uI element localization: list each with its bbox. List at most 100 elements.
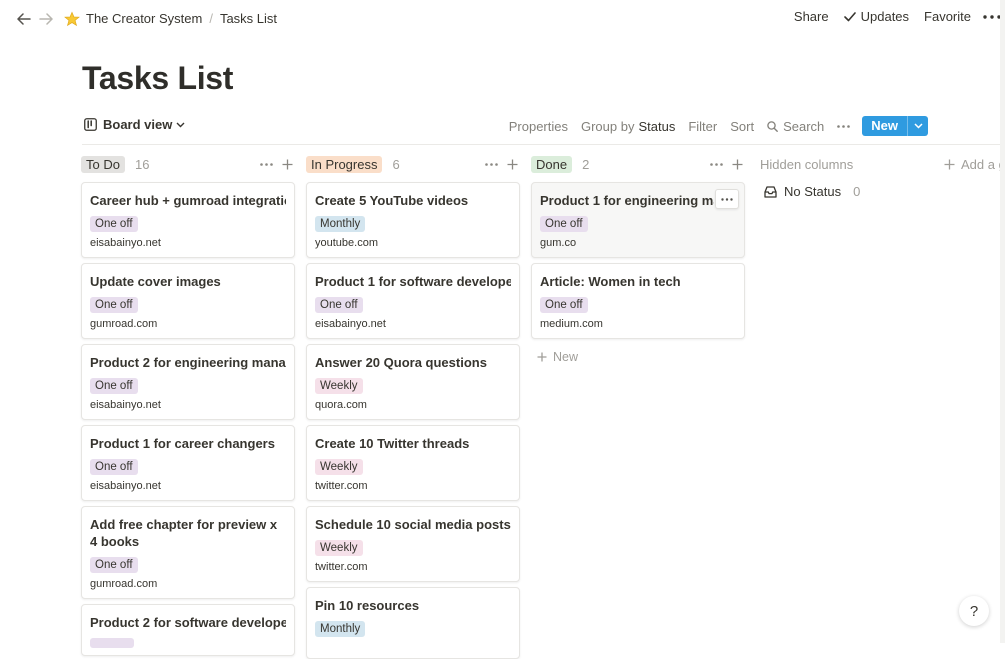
card-url[interactable]: youtube.com (315, 237, 378, 249)
card-title: Pin 10 resources (315, 598, 420, 613)
column-more-icon[interactable] (260, 162, 273, 166)
column-add-icon[interactable] (732, 159, 743, 170)
column-count: 2 (582, 156, 590, 172)
back-arrow-icon[interactable] (14, 10, 34, 28)
card-title: Product 1 for software developers (315, 274, 511, 289)
no-status-label: No Status (784, 184, 842, 199)
search-button[interactable]: Search (767, 119, 824, 134)
breadcrumb-workspace[interactable]: The Creator System (83, 9, 205, 28)
add-new-label: New (553, 350, 579, 364)
plus-icon (537, 352, 547, 362)
card-title: Product 1 for career changers (90, 436, 275, 451)
no-status-group[interactable]: No Status 0 (764, 184, 860, 199)
column-count: 16 (134, 156, 150, 172)
column-to-do: To Do 16 Career hub + gumroad integratio… (81, 154, 295, 656)
card[interactable]: Product 2 for engineering managers One o… (81, 344, 295, 420)
help-button[interactable]: ? (959, 596, 989, 626)
status-label[interactable]: Done (531, 155, 573, 173)
more-view-options-icon[interactable] (837, 124, 851, 128)
column-in-progress: In Progress 6 Create 5 YouTube videos Mo… (306, 154, 520, 659)
column-more-icon[interactable] (710, 162, 723, 166)
frequency-tag: One off (90, 216, 138, 232)
card-title: Add free chapter for preview x 4 books (90, 517, 278, 549)
card-url[interactable]: gum.co (540, 237, 576, 249)
view-bar: Board view Properties Group by Status Fi… (82, 116, 928, 138)
card-url[interactable]: eisabainyo.net (90, 237, 161, 249)
inbox-icon (764, 185, 777, 198)
card-url[interactable]: quora.com (315, 399, 367, 411)
card-url[interactable]: gumroad.com (90, 318, 157, 330)
card-title: Article: Women in tech (540, 274, 681, 289)
add-new-card-button[interactable]: New (537, 350, 578, 364)
card-more-icon[interactable] (715, 189, 739, 209)
group-by-button[interactable]: Group by Status (581, 119, 675, 134)
card-title: Update cover images (90, 274, 221, 289)
card-url[interactable]: eisabainyo.net (315, 318, 386, 330)
favorite-button[interactable]: Favorite (924, 9, 971, 24)
status-label[interactable]: In Progress (306, 155, 383, 173)
card-title: Product 2 for engineering managers (90, 355, 286, 370)
card-url[interactable]: medium.com (540, 318, 603, 330)
properties-button[interactable]: Properties (509, 119, 568, 134)
frequency-tag: One off (90, 378, 138, 394)
card-title: Product 2 for software developers (90, 615, 286, 630)
card[interactable]: Create 10 Twitter threads Weekly twitter… (306, 425, 520, 501)
card[interactable]: Article: Women in tech One off medium.co… (531, 263, 745, 339)
card[interactable]: Create 5 YouTube videos Monthly youtube.… (306, 182, 520, 258)
card-url[interactable]: twitter.com (315, 480, 368, 492)
breadcrumb-separator: / (209, 11, 213, 26)
group-by-value: Status (638, 118, 676, 134)
card[interactable]: Product 1 for engineering managers One o… (531, 182, 745, 258)
card[interactable]: Product 1 for software developers One of… (306, 263, 520, 339)
add-group-button[interactable]: Add a g (944, 154, 1005, 174)
card-url[interactable]: eisabainyo.net (90, 480, 161, 492)
frequency-tag: One off (90, 297, 138, 313)
updates-button[interactable]: Updates (843, 9, 909, 24)
page-title: Tasks List (82, 60, 234, 96)
top-bar: The Creator System / Tasks List Share Up… (0, 0, 1005, 36)
card[interactable]: Add free chapter for preview x 4 books O… (81, 506, 295, 599)
card[interactable]: Product 1 for career changers One off ei… (81, 425, 295, 501)
card-url[interactable]: eisabainyo.net (90, 399, 161, 411)
card[interactable]: Answer 20 Quora questions Weekly quora.c… (306, 344, 520, 420)
column-header: In Progress 6 (306, 154, 520, 174)
column-more-icon[interactable] (485, 162, 498, 166)
more-options-icon[interactable] (983, 14, 1001, 19)
group-by-label: Group by (580, 118, 635, 134)
card[interactable]: Pin 10 resources Monthly (306, 587, 520, 659)
new-button-group: New (862, 116, 928, 136)
card[interactable]: Product 2 for software developers (81, 604, 295, 656)
view-toolbar: Properties Group by Status Filter Sort S… (496, 116, 928, 136)
column-add-icon[interactable] (282, 159, 293, 170)
column-add-icon[interactable] (507, 159, 518, 170)
plus-icon (944, 159, 955, 169)
new-button[interactable]: New (862, 116, 907, 136)
frequency-tag: One off (90, 557, 138, 573)
card[interactable]: Career hub + gumroad integration One off… (81, 182, 295, 258)
card[interactable]: Update cover images One off gumroad.com (81, 263, 295, 339)
card-title: Schedule 10 social media posts (315, 517, 511, 532)
status-label[interactable]: To Do (81, 155, 125, 173)
new-dropdown-chevron-icon[interactable] (907, 116, 928, 136)
column-header: Done 2 (531, 154, 745, 174)
breadcrumb-page[interactable]: Tasks List (217, 9, 280, 28)
check-icon (843, 11, 856, 21)
card-url[interactable]: gumroad.com (90, 578, 157, 590)
filter-button[interactable]: Filter (688, 119, 717, 134)
column-count: 6 (392, 156, 400, 172)
no-status-count: 0 (853, 184, 861, 199)
board-view-button[interactable]: Board view (84, 117, 191, 132)
share-button[interactable]: Share (794, 9, 829, 24)
scrollbar-track[interactable] (1000, 0, 1005, 643)
sort-button[interactable]: Sort (730, 119, 754, 134)
search-label: Search (783, 118, 825, 134)
card[interactable]: Schedule 10 social media posts Weekly tw… (306, 506, 520, 582)
frequency-tag: Weekly (315, 540, 363, 556)
card-url[interactable]: twitter.com (315, 561, 368, 573)
column-done: Done 2 Product 1 for engineering manager… (531, 154, 745, 364)
card-title: Career hub + gumroad integration (90, 193, 286, 208)
forward-arrow-icon[interactable] (36, 10, 56, 28)
column-header: To Do 16 (81, 154, 295, 174)
star-icon (64, 10, 80, 27)
frequency-tag: One off (540, 216, 588, 232)
